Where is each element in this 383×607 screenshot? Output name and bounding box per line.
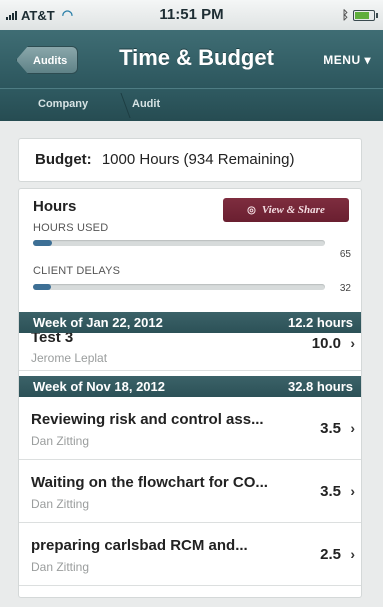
entry-hours: 3.5 (320, 420, 341, 437)
client-delays-fill (33, 284, 51, 290)
nav-bar: Audits Time & Budget MENU ▾ (0, 30, 383, 88)
week-header: Week of Nov 18, 2012 32.8 hours (19, 376, 361, 397)
view-share-label: View & Share (261, 204, 325, 216)
chevron-right-icon: › (350, 483, 355, 499)
share-icon: ◎ (247, 204, 256, 216)
bluetooth-icon: ᛒ (341, 8, 349, 22)
hours-used-fill (33, 240, 52, 246)
list-item[interactable]: Reviewing risk and control ass... Dan Zi… (19, 397, 361, 460)
week-header: Week of Jan 22, 2012 12.2 hours (19, 312, 361, 333)
status-right: ᛒ (341, 8, 378, 22)
breadcrumb-separator (111, 93, 131, 118)
hours-used-value: 65 (339, 249, 351, 260)
entry-hours: 3.5 (320, 483, 341, 500)
breadcrumb: Company Audit (0, 88, 383, 121)
status-bar: AT&T ◠ 11:51 PM ᛒ (0, 0, 383, 30)
menu-button[interactable]: MENU ▾ (323, 53, 371, 67)
hours-used-meter (33, 240, 325, 246)
list-item[interactable]: preparing carlsbad RCM and... Dan Zittin… (19, 523, 361, 586)
entry-title: Waiting on the flowchart for CO... (31, 474, 268, 491)
back-button-audits[interactable]: Audits (16, 46, 79, 74)
week-label: Week of Jan 22, 2012 (33, 315, 163, 330)
entry-hours: 10.0 (311, 335, 341, 352)
budget-card: Budget: 1000 Hours (934 Remaining) (18, 138, 362, 182)
chevron-right-icon: › (350, 420, 355, 436)
entry-author: Dan Zitting (31, 434, 90, 448)
hours-card: Hours ◎ View & Share HOURS USED 65 CLIEN… (18, 188, 362, 598)
week-total: 12.2 hours (287, 315, 353, 330)
entry-author: Dan Zitting (31, 560, 90, 574)
battery-icon (353, 9, 378, 21)
client-delays-meter (33, 284, 325, 290)
page-title: Time & Budget (119, 45, 274, 70)
hours-title: Hours (33, 198, 77, 215)
breadcrumb-company[interactable]: Company (38, 98, 88, 110)
list-item[interactable]: Test 3 Jerome Leplat 10.0 › (19, 327, 361, 371)
view-share-button[interactable]: ◎ View & Share (223, 198, 349, 222)
chevron-right-icon: › (350, 335, 355, 351)
budget-value: 1000 Hours (934 Remaining) (101, 151, 295, 168)
entry-author: Dan Zitting (31, 497, 90, 511)
entry-title: preparing carlsbad RCM and... (31, 537, 248, 554)
list-item[interactable]: Waiting on the flowchart for CO... Dan Z… (19, 460, 361, 523)
status-time: 11:51 PM (159, 6, 224, 23)
hours-used-label: HOURS USED (33, 222, 109, 234)
breadcrumb-audit[interactable]: Audit (132, 98, 160, 110)
week-label: Week of Nov 18, 2012 (33, 379, 165, 394)
entry-hours: 2.5 (320, 546, 341, 563)
entry-author: Jerome Leplat (31, 351, 108, 365)
client-delays-value: 32 (339, 283, 351, 294)
week-total: 32.8 hours (287, 379, 353, 394)
client-delays-label: CLIENT DELAYS (33, 265, 121, 277)
entry-title: Reviewing risk and control ass... (31, 411, 264, 428)
chevron-right-icon: › (350, 546, 355, 562)
budget-label: Budget: (35, 151, 92, 168)
